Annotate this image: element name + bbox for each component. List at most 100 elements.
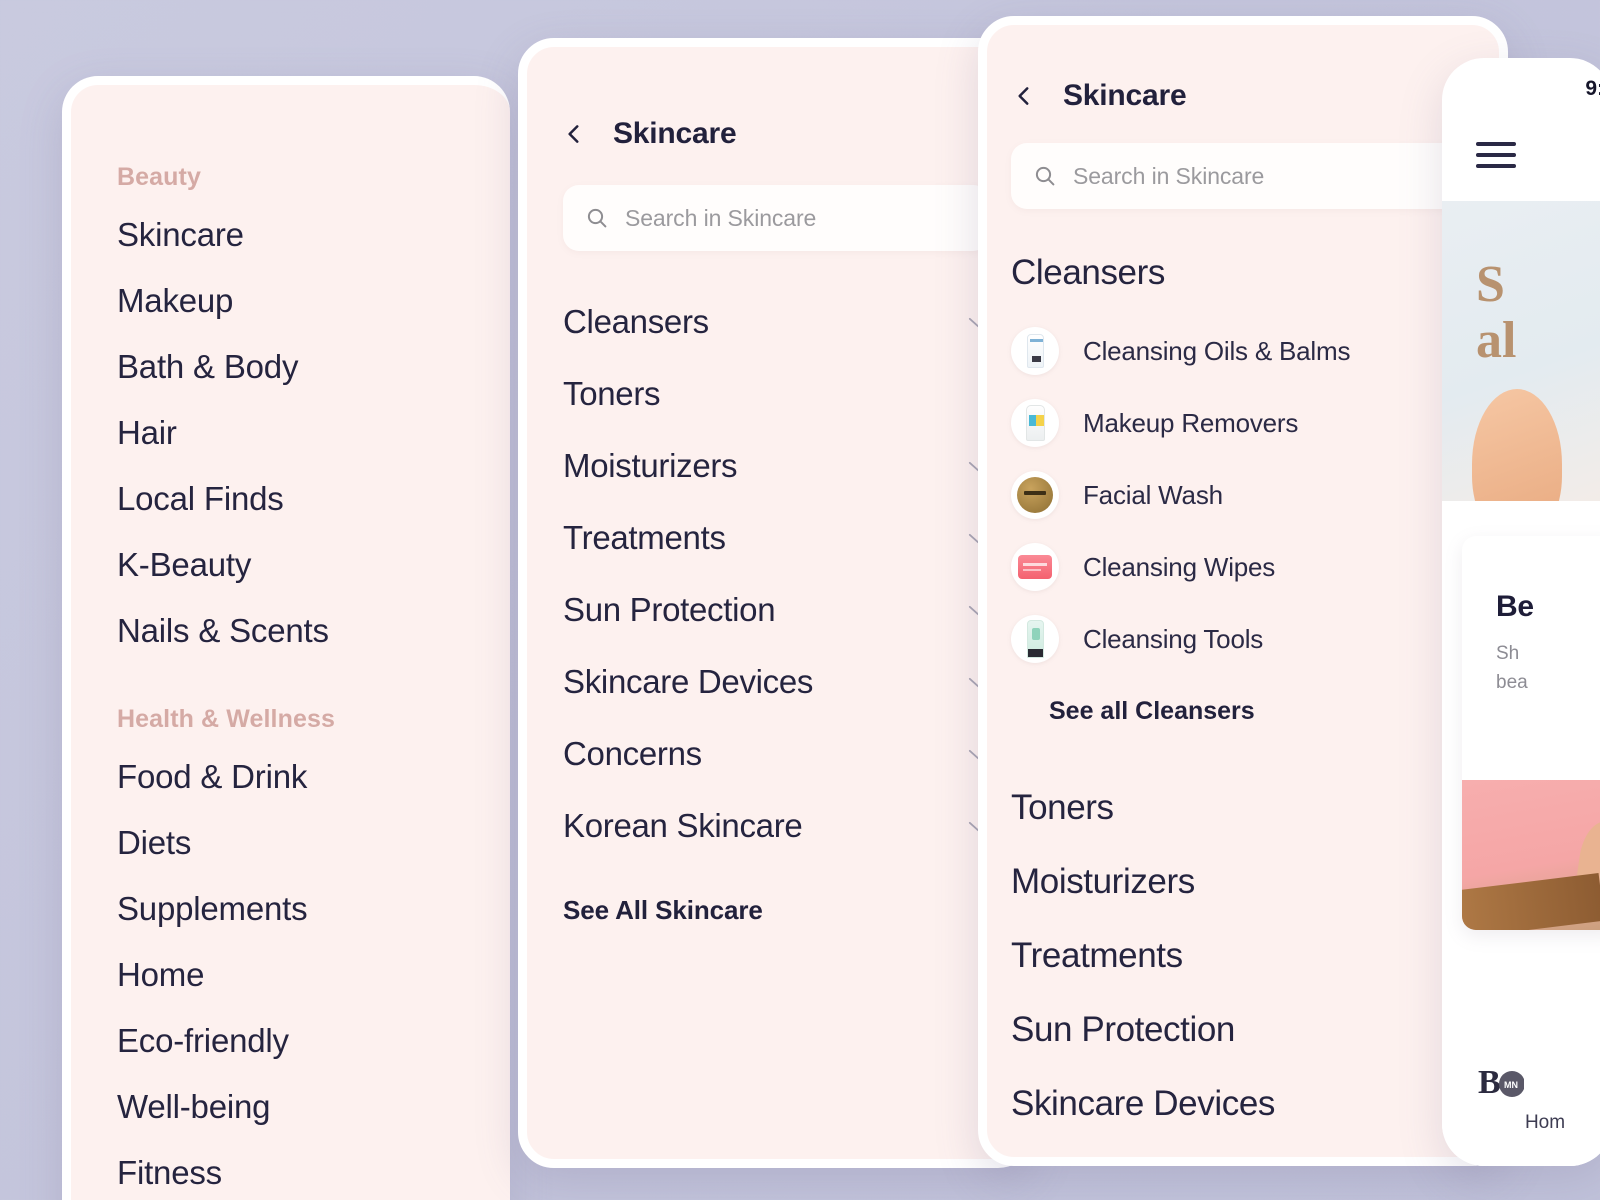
skincare-subcategory-content: Skincare Search in Skincare Cleansers To… <box>527 47 1025 926</box>
section-header-beauty: Beauty <box>117 163 201 191</box>
search-placeholder: Search in Skincare <box>625 204 817 231</box>
leaf-item-label: Cleansing Wipes <box>1083 551 1276 582</box>
root-category-list: Beauty Skincare Makeup Bath & Body Hair … <box>71 85 510 1200</box>
see-all-skincare-link[interactable]: See All Skincare <box>527 895 1025 926</box>
leaf-item-label: Facial Wash <box>1083 479 1223 510</box>
hero-product-cap <box>1472 389 1562 501</box>
sub-item-label: Treatments <box>563 519 726 556</box>
page-title: Skincare <box>1063 79 1187 112</box>
product-thumbnail-tube-white-yellow <box>1011 399 1059 447</box>
root-item-fitness[interactable]: Fitness <box>71 1156 510 1189</box>
product-thumbnail-box-pink <box>1011 543 1059 591</box>
root-item-local-finds[interactable]: Local Finds <box>71 482 510 515</box>
hamburger-line <box>1476 164 1516 168</box>
root-section: Beauty Skincare Makeup Bath & Body Hair … <box>71 163 510 647</box>
sub-item-skincare-devices[interactable]: Skincare Devices <box>527 663 1025 701</box>
group-label: Cleansers <box>1011 253 1165 292</box>
search-input[interactable]: Search in Skincare <box>563 185 989 251</box>
root-item-eco-friendly[interactable]: Eco-friendly <box>71 1024 510 1057</box>
sub-item-toners[interactable]: Toners <box>527 375 1025 413</box>
root-item-supplements[interactable]: Supplements <box>71 892 510 925</box>
skincare-subcategory-panel: Skincare Search in Skincare Cleansers To… <box>518 38 1034 1168</box>
promo-card-image <box>1462 780 1600 930</box>
group-label: Concerns <box>1011 1158 1158 1166</box>
leaf-item-label: Cleansing Oils & Balms <box>1083 335 1351 366</box>
search-input[interactable]: Search in Skincare <box>1011 143 1475 209</box>
root-item-food-drink[interactable]: Food & Drink <box>71 760 510 793</box>
group-label: Treatments <box>1011 936 1183 975</box>
chevron-left-icon[interactable] <box>1011 83 1037 109</box>
root-section: Health & Wellness Food & Drink Diets Sup… <box>71 705 510 1189</box>
group-item-treatments[interactable]: Treatments <box>987 936 1499 976</box>
group-label: Toners <box>1011 788 1114 827</box>
leaf-item-label: Makeup Removers <box>1083 407 1299 438</box>
leaf-item-cleansing-tools[interactable]: Cleansing Tools <box>987 615 1499 663</box>
hero-title: Sal <box>1476 256 1517 370</box>
product-thumbnail-tube-mint <box>1011 615 1059 663</box>
root-item-makeup[interactable]: Makeup <box>71 284 510 317</box>
hamburger-menu-icon[interactable] <box>1442 120 1600 201</box>
svg-text:MN: MN <box>1504 1080 1518 1090</box>
hamburger-line <box>1476 142 1516 146</box>
sub-item-label: Cleansers <box>563 303 709 340</box>
sub-item-label: Skincare Devices <box>563 663 814 700</box>
page-title: Skincare <box>613 117 737 150</box>
group-item-sun-protection[interactable]: Sun Protection <box>987 1010 1499 1050</box>
search-icon <box>585 206 609 230</box>
tab-home-label: Hom <box>1524 1112 1566 1133</box>
section-header-health-wellness: Health & Wellness <box>117 705 335 733</box>
group-label: Moisturizers <box>1011 862 1195 901</box>
promo-card-title: Be <box>1496 590 1534 623</box>
product-thumbnail-jar-gold <box>1011 471 1059 519</box>
hamburger-line <box>1476 153 1516 157</box>
leaf-item-cleansing-wipes[interactable]: Cleansing Wipes <box>987 543 1499 591</box>
promo-card-subtitle: Sh bea <box>1496 643 1528 693</box>
phone-preview: 9: Sal Be Shbea B MN Hom <box>1442 58 1600 1166</box>
root-item-nails-scents[interactable]: Nails & Scents <box>71 614 510 647</box>
group-header-cleansers[interactable]: Cleansers <box>987 253 1499 293</box>
tab-home[interactable]: B MN Hom <box>1442 1060 1600 1134</box>
status-bar: 9: <box>1442 58 1600 120</box>
home-brand-icon: B MN <box>1478 1060 1525 1104</box>
root-item-well-being[interactable]: Well-being <box>71 1090 510 1123</box>
root-item-k-beauty[interactable]: K-Beauty <box>71 548 510 581</box>
sub-item-label: Concerns <box>563 735 702 772</box>
sub-item-treatments[interactable]: Treatments <box>527 519 1025 557</box>
leaf-item-cleansing-oils-balms[interactable]: Cleansing Oils & Balms <box>987 327 1499 375</box>
promo-card[interactable]: Be Sh bea <box>1462 536 1600 930</box>
sub-item-moisturizers[interactable]: Moisturizers <box>527 447 1025 485</box>
group-item-moisturizers[interactable]: Moisturizers <box>987 862 1499 902</box>
sub-item-label: Korean Skincare <box>563 807 803 844</box>
see-all-cleansers-link[interactable]: See all Cleansers <box>987 697 1499 726</box>
sub-item-sun-protection[interactable]: Sun Protection <box>527 591 1025 629</box>
group-item-toners[interactable]: Toners <box>987 788 1499 828</box>
sub-item-cleansers[interactable]: Cleansers <box>527 303 1025 341</box>
root-item-bath-body[interactable]: Bath & Body <box>71 350 510 383</box>
bottom-tab-bar: B MN Hom <box>1442 1042 1600 1166</box>
sub-item-korean-skincare[interactable]: Korean Skincare <box>527 807 1025 845</box>
leaf-item-makeup-removers[interactable]: Makeup Removers <box>987 399 1499 447</box>
sub-item-label: Sun Protection <box>563 591 776 628</box>
hero-banner[interactable]: Sal <box>1442 201 1600 501</box>
root-item-home[interactable]: Home <box>71 958 510 991</box>
root-item-diets[interactable]: Diets <box>71 826 510 859</box>
promo-image-surface <box>1462 873 1600 930</box>
search-placeholder: Search in Skincare <box>1073 162 1265 189</box>
root-item-skincare[interactable]: Skincare <box>71 218 510 251</box>
search-icon <box>1033 164 1057 188</box>
root-item-hair[interactable]: Hair <box>71 416 510 449</box>
product-thumbnail-tube-white-blue <box>1011 327 1059 375</box>
group-label: Skincare Devices <box>1011 1084 1275 1123</box>
svg-text:B: B <box>1478 1064 1501 1101</box>
sub-item-label: Toners <box>563 375 661 412</box>
group-item-skincare-devices[interactable]: Skincare Devices <box>987 1084 1499 1124</box>
status-time: 9: <box>1585 77 1600 100</box>
leaf-item-label: Cleansing Tools <box>1083 623 1264 654</box>
subpanel-header: Skincare <box>527 117 1025 151</box>
group-item-concerns[interactable]: Concerns <box>987 1158 1499 1166</box>
sub-item-concerns[interactable]: Concerns <box>527 735 1025 773</box>
chevron-left-icon[interactable] <box>561 121 587 147</box>
expanded-cleansers-content: Skincare Search in Skincare Cleansers Cl… <box>987 25 1499 1166</box>
group-label: Sun Protection <box>1011 1010 1235 1049</box>
leaf-item-facial-wash[interactable]: Facial Wash <box>987 471 1499 519</box>
